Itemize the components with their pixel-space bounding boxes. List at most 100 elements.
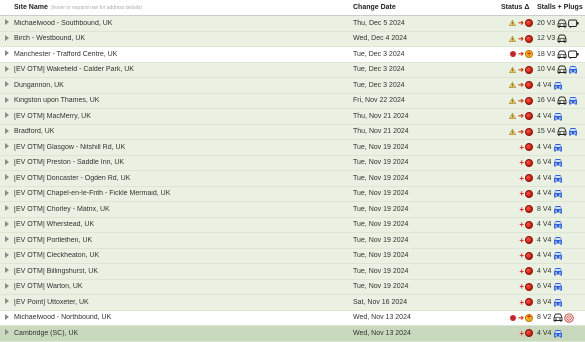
stalls-count: 10 V4 [537,66,556,74]
table-row[interactable]: [EV OTM] Wherstead, UK Tue, Nov 19 2024 +4… [0,217,585,233]
table-row[interactable]: [EV OTM] Glasgow - Nitshill Rd, UK Tue, N… [0,140,585,156]
table-row[interactable]: [EV OTM] Doncaster - Ogden Rd, UK Tue, No… [0,171,585,187]
site-name-header[interactable]: Site Name (hover or expand row for addres… [14,4,353,11]
car-blue-icon [553,81,563,90]
table-row[interactable]: [EV OTM] MacMerry, UK Thu, Nov 21 2024 ➔ 4 … [0,109,585,125]
site-name: [EV OTM] Glasgow - Nitshill Rd, UK [14,143,126,151]
stalls-plugs: 20 V3 [535,19,585,28]
expand-row-icon[interactable] [0,127,14,136]
table-row[interactable]: Cambridge (SC), UK Wed, Nov 13 2024 +4 V4 [0,326,585,342]
change-date: Sat, Nov 16 2024 [353,298,408,306]
expand-row-icon[interactable] [0,282,14,291]
status-change: + [501,158,535,167]
expand-row-icon[interactable] [0,251,14,260]
change-date: Tue, Dec 3 2024 [353,66,405,74]
car-blue-icon [553,282,563,291]
status-change: + [501,251,535,260]
expand-row-icon[interactable] [0,220,14,229]
stalls-header[interactable]: Stalls + Plugs [535,4,585,11]
status-change: + [501,143,535,152]
status-change: ➔ [501,34,535,43]
expand-row-icon[interactable] [0,50,14,58]
expand-row-icon[interactable] [0,65,14,74]
expand-row-icon[interactable] [0,19,14,27]
table-row[interactable]: [EV OTM] Billingshurst, UK Tue, Nov 19 20… [0,264,585,280]
stalls-plugs: 8 V4 [535,205,585,214]
new-plus-icon: + [519,282,524,292]
expand-row-icon[interactable] [0,267,14,275]
expand-row-icon[interactable] [0,96,14,105]
table-row[interactable]: [EV OTM] Portlethen, UK Tue, Nov 19 2024 +… [0,233,585,249]
table-row[interactable]: [EV OTM] Cleckheaton, UK Tue, Nov 19 2024… [0,248,585,264]
stalls-count: 16 V4 [537,97,556,105]
table-row[interactable]: Michaelwood - Southbound, UK Thu, Dec 5 2… [0,16,585,32]
change-date: Tue, Nov 19 2024 [353,143,409,151]
site-name: [EV OTM] Preston - Saddle Inn, UK [14,159,125,167]
stalls-plugs: 4 V4 [535,143,585,152]
open-status-icon: + [525,313,533,322]
stalls-plugs: 10 V4 [535,65,585,74]
arrow-right-icon: ➔ [518,113,524,121]
expand-row-icon[interactable] [0,174,14,182]
expand-row-icon[interactable] [0,81,14,89]
expand-row-icon[interactable] [0,34,14,43]
open-status-icon: + [525,50,533,59]
warning-icon [509,97,517,104]
status-header[interactable]: Status Δ [501,4,535,11]
table-row[interactable]: [EV OTM] Warton, UK Tue, Nov 19 2024 +6 V4 [0,279,585,295]
table-row[interactable]: Kingston upon Thames, UK Fri, Nov 22 2024… [0,93,585,109]
expand-row-icon[interactable] [0,236,14,244]
car-icon [557,34,567,43]
table-row[interactable]: [EV OTM] Wakefield - Calder Park, UK Tue,… [0,62,585,78]
change-date: Wed, Dec 4 2024 [353,35,407,43]
stalls-plugs: 18 V3 [535,50,585,59]
arrow-right-icon: ➔ [518,128,524,136]
table-row[interactable]: Bradford, UK Thu, Nov 21 2024 ➔ 15 V4 [0,124,585,140]
car-blue-icon [553,189,563,198]
closed-status-icon [525,19,533,28]
table-row[interactable]: Birch - Westbound, UK Wed, Dec 4 2024 ➔ 12 … [0,31,585,47]
table-row[interactable]: Dungannon, UK Tue, Dec 3 2024 ➔ 4 V4 [0,78,585,94]
sites-table: Site Name (hover or expand row for addres… [0,0,585,342]
new-plus-icon: + [519,251,524,261]
expand-row-icon[interactable] [0,189,14,198]
car-icon [557,50,567,59]
expand-row-icon[interactable] [0,298,14,306]
closed-status-icon [525,96,533,105]
arrow-right-icon: ➔ [518,35,524,43]
car-blue-icon [553,158,563,167]
change-date: Thu, Nov 21 2024 [353,112,409,120]
expand-row-icon[interactable] [0,313,14,322]
closed-status-icon [525,251,533,260]
stalls-plugs: 4 V4 [535,236,585,245]
change-date: Tue, Nov 19 2024 [353,252,409,260]
table-row[interactable]: Michaelwood - Northbound, UK Wed, Nov 13 … [0,310,585,326]
stalls-plugs: 4 V4 [535,112,585,121]
expand-row-icon[interactable] [0,329,14,337]
site-name: [EV OTM] Chorley - Matrix, UK [14,205,110,213]
stalls-count: 4 V4 [537,329,552,337]
change-date-header[interactable]: Change Date [353,4,501,11]
expand-row-icon[interactable] [0,143,14,151]
expand-row-icon[interactable] [0,112,14,120]
table-row[interactable]: [EV OTM] Chapel-en-le-Frith - Fickle Mer… [0,186,585,202]
change-date: Tue, Nov 19 2024 [353,267,409,275]
table-row[interactable]: [EV OTM] Chorley - Matrix, UK Tue, Nov 19… [0,202,585,218]
status-change: + [501,174,535,183]
expand-row-icon[interactable] [0,158,14,167]
site-name: Bradford, UK [14,128,55,136]
closed-status-icon [525,205,533,214]
expand-row-icon[interactable] [0,205,14,213]
table-row[interactable]: [EV OTM] Preston - Saddle Inn, UK Tue, No… [0,155,585,171]
site-name: [EV OTM] Wakefield - Calder Park, UK [14,66,134,74]
stalls-plugs: 4 V4 [535,189,585,198]
site-name: [EV OTM] Warton, UK [14,283,83,291]
new-plus-icon: + [519,158,524,168]
stalls-count: 4 V4 [537,267,552,275]
stalls-plugs: 12 V3 [535,34,585,43]
car-blue-icon [553,143,563,152]
table-row[interactable]: Manchester - Trafford Centre, UK Tue, Dec… [0,47,585,63]
stalls-count: 12 V3 [537,35,556,43]
table-row[interactable]: [EV Point] Uttoxeter, UK Sat, Nov 16 2024… [0,295,585,311]
stalls-count: 8 V2 [537,314,552,322]
